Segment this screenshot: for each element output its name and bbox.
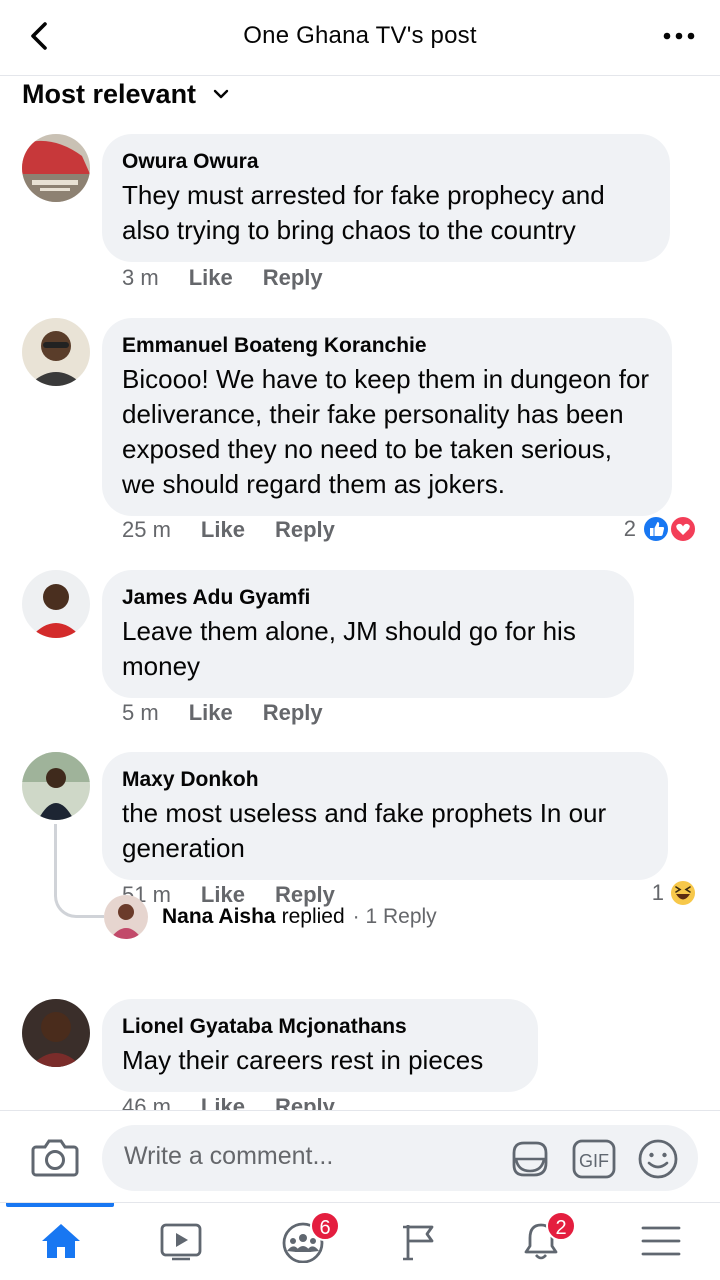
reply-button[interactable]: Reply [263,265,323,291]
chevron-down-icon [213,89,229,99]
like-button[interactable]: Like [201,1094,245,1110]
like-button[interactable]: Like [201,517,245,543]
comment-item: James Adu Gyamfi Leave them alone, JM sh… [0,552,720,732]
sticker-icon[interactable] [508,1137,552,1181]
like-button[interactable]: Like [189,265,233,291]
comment-text: Leave them alone, JM should go for his m… [122,616,576,681]
groups-badge: 6 [310,1211,340,1241]
comment-time[interactable]: 3 m [122,265,159,291]
view-replies-link[interactable]: Nana Aisha replied · 1 Reply [104,895,437,939]
comment-author[interactable]: Owura Owura [122,148,650,176]
camera-icon[interactable] [30,1133,80,1181]
comment-author[interactable]: Maxy Donkoh [122,766,648,794]
like-love-reactions-icon [642,515,697,543]
reaction-count: 2 [623,516,636,541]
reaction-summary[interactable]: 2 [624,514,698,544]
comment-time[interactable]: 46 m [122,1094,171,1110]
reaction-count: 1 [651,880,664,905]
more-options-icon[interactable] [662,24,696,48]
comment-actions: 46 m Like Reply [122,1094,335,1110]
comment-input[interactable]: Write a comment... GIF [102,1125,698,1191]
tab-pages[interactable] [360,1203,480,1280]
comment-item: Emmanuel Boateng Koranchie Bicooo! We ha… [0,302,720,552]
comment-author[interactable]: Emmanuel Boateng Koranchie [122,332,652,360]
comment-bubble: Emmanuel Boateng Koranchie Bicooo! We ha… [102,318,672,516]
reaction-summary[interactable]: 1 [652,878,698,908]
comment-composer: Write a comment... GIF [0,1110,720,1202]
tab-watch[interactable] [120,1203,240,1280]
bottom-navigation: 6 2 [0,1202,720,1280]
comment-time[interactable]: 5 m [122,700,159,726]
avatar[interactable] [22,134,90,202]
reply-button[interactable]: Reply [263,700,323,726]
comment-item: Owura Owura They must arrested for fake … [0,112,720,302]
comment-author[interactable]: Lionel Gyataba Mcjonathans [122,1013,518,1041]
emoji-icon[interactable] [636,1137,680,1181]
tab-menu[interactable] [600,1203,720,1280]
comments-list: Owura Owura They must arrested for fake … [0,112,720,1110]
avatar[interactable] [22,752,90,820]
notifications-badge: 2 [546,1211,576,1241]
reply-verb: replied [281,905,345,928]
top-bar: One Ghana TV's post [0,0,720,76]
comment-text: Bicooo! We have to keep them in dungeon … [122,364,650,499]
svg-text:GIF: GIF [579,1151,609,1171]
comment-text: May their careers rest in pieces [122,1045,484,1075]
reply-count[interactable]: · 1 Reply [353,905,437,929]
thread-connector [54,824,104,918]
comment-bubble: Lionel Gyataba Mcjonathans May their car… [102,999,538,1092]
avatar[interactable] [22,318,90,386]
comment-item: Maxy Donkoh the most useless and fake pr… [0,732,720,997]
comment-time[interactable]: 25 m [122,517,171,543]
tab-notifications[interactable]: 2 [480,1203,600,1280]
comment-actions: 25 m Like Reply [122,517,335,543]
gif-icon[interactable]: GIF [572,1139,616,1179]
sort-dropdown[interactable]: Most relevant [22,76,230,112]
comment-bubble: Maxy Donkoh the most useless and fake pr… [102,752,668,880]
comment-actions: 5 m Like Reply [122,700,323,726]
sort-label: Most relevant [22,78,197,109]
comment-input-placeholder: Write a comment... [124,1142,334,1170]
page-title: One Ghana TV's post [243,22,477,49]
comment-text: the most useless and fake prophets In ou… [122,798,607,863]
home-icon [42,1224,80,1258]
reply-button[interactable]: Reply [275,1094,335,1110]
comment-author[interactable]: James Adu Gyamfi [122,584,614,612]
tab-home[interactable] [0,1203,120,1280]
pages-flag-icon [403,1225,434,1261]
comment-bubble: Owura Owura They must arrested for fake … [102,134,670,262]
watch-icon [160,1223,202,1261]
menu-icon [641,1226,681,1256]
comment-actions: 3 m Like Reply [122,265,323,291]
like-button[interactable]: Like [189,700,233,726]
comment-bubble: James Adu Gyamfi Leave them alone, JM sh… [102,570,634,698]
haha-reaction-icon [669,879,697,907]
avatar [104,895,148,939]
comment-item: Lionel Gyataba Mcjonathans May their car… [0,997,720,1110]
tab-groups[interactable]: 6 [240,1203,360,1280]
avatar[interactable] [22,999,90,1067]
avatar[interactable] [22,570,90,638]
reply-button[interactable]: Reply [275,517,335,543]
comment-text: They must arrested for fake prophecy and… [122,180,605,245]
reply-author: Nana Aisha [162,905,276,928]
